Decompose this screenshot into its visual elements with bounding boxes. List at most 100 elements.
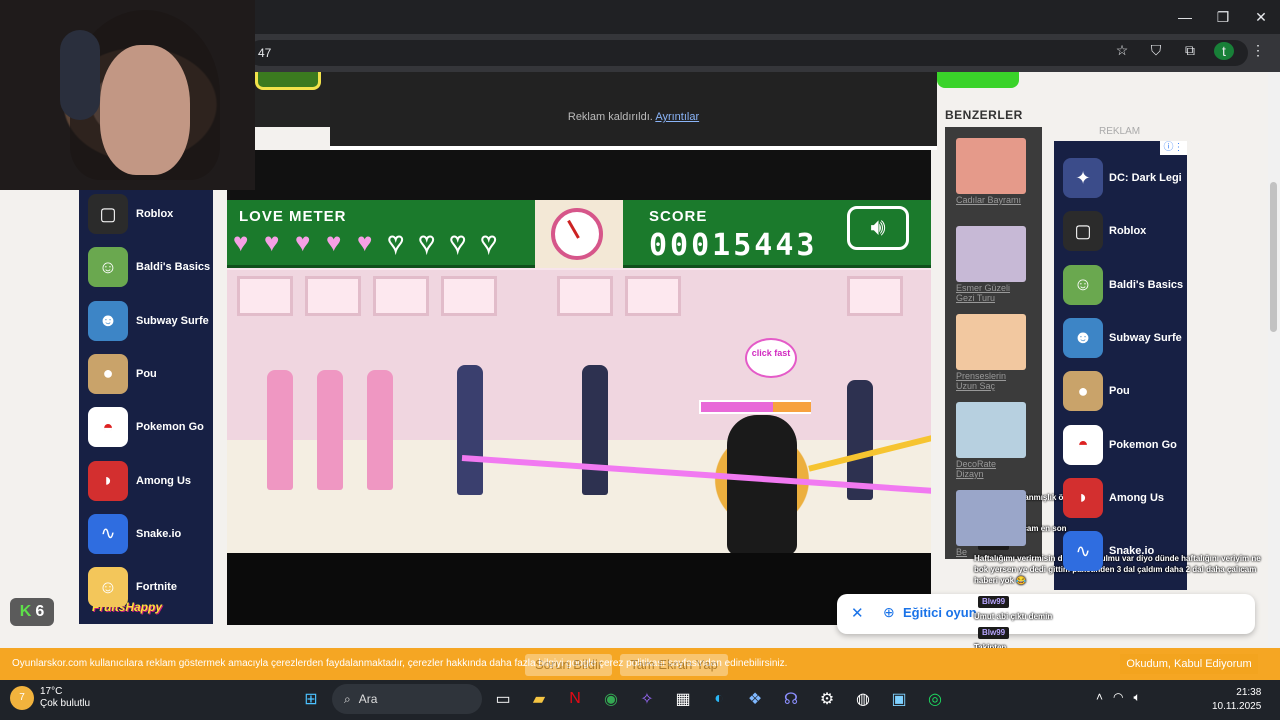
bookmark-star-icon[interactable]: ☆ [1112, 42, 1132, 60]
headset [60, 30, 100, 120]
ad-game-item[interactable]: ▢ Roblox [1063, 209, 1146, 253]
file-explorer-icon[interactable]: ▰ [524, 684, 554, 714]
spotify-icon[interactable]: ◎ [920, 684, 950, 714]
fullscreen-button[interactable]: Tam Ekran Yap [620, 654, 728, 676]
ad-game-item[interactable]: ◗ Among Us [1063, 476, 1164, 520]
ad-removed-banner: Reklam kaldırıldı. Ayrıntılar [330, 72, 937, 150]
game-icon: ◗ [88, 460, 128, 501]
minimize-icon[interactable]: — [1166, 0, 1204, 34]
sidebar-game-label: Roblox [136, 208, 174, 220]
compass-icon: ⊕ [883, 604, 895, 620]
click-meter-bar [699, 400, 811, 414]
game-thumbnail [956, 402, 1026, 458]
restore-icon[interactable]: ❐ [1204, 0, 1242, 34]
ad-game-label: Among Us [1109, 491, 1164, 504]
start-windows-icon[interactable]: ⊞ [296, 684, 326, 714]
similar-game-card[interactable]: DecoRate Dizayn [956, 402, 1026, 479]
similar-game-card[interactable]: Esmer Güzeli Gezi Turu [956, 226, 1026, 303]
netflix-icon[interactable]: N [560, 684, 590, 714]
discord-icon[interactable]: ☊ [776, 684, 806, 714]
heart-empty-icon: ♥ [480, 227, 497, 257]
ad-details-link[interactable]: Ayrıntılar [655, 111, 699, 123]
sidebar-game-item[interactable]: ◓ Pokemon Go [88, 404, 204, 450]
ad-label: REKLAM [1099, 126, 1141, 137]
game-icon: ● [1063, 371, 1103, 412]
k-badge[interactable]: K6 [10, 598, 54, 626]
game-thumbnail [956, 314, 1026, 370]
sidebar-game-item[interactable]: ∿ Snake.io [88, 511, 181, 557]
game-icon: ▢ [1063, 211, 1103, 252]
app-icon[interactable]: ❖ [740, 684, 770, 714]
game-thumbnail[interactable] [255, 72, 321, 90]
ad-game-item[interactable]: ◓ Pokemon Go [1063, 423, 1177, 467]
toast-text[interactable]: Eğitici oyun [903, 605, 977, 620]
score-value: 00015443 [649, 228, 818, 263]
task-view-icon[interactable]: ▭ [488, 684, 518, 714]
ad-removed-text: Reklam kaldırıldı. [567, 111, 653, 123]
obs-icon[interactable]: ◍ [848, 684, 878, 714]
close-icon[interactable]: ✕ [1242, 0, 1280, 34]
report-issue-button[interactable]: Sorun Bildir [525, 654, 613, 676]
scrollbar-thumb[interactable] [1270, 182, 1277, 332]
chevron-up-icon[interactable]: ˄ [1096, 690, 1103, 705]
similar-game-card[interactable]: Prenseslerin Uzun Saç [956, 314, 1026, 391]
sidebar-game-label: Subway Surfe [136, 314, 209, 327]
url-field[interactable]: 47 [248, 40, 1248, 66]
copilot-icon[interactable]: ✧ [632, 684, 662, 714]
app-icon[interactable]: ▣ [884, 684, 914, 714]
game-canvas[interactable]: LOVE METER ♥ ♥ ♥ ♥ ♥ ♥ ♥ ♥ ♥ SCORE 00015443 🔊︎ c… [227, 200, 931, 553]
sidebar-game-item[interactable]: ◗ Among Us [88, 458, 191, 504]
sidebar-game-label: Fortnite [136, 581, 177, 594]
ad-game-item[interactable]: ● Pou [1063, 369, 1130, 413]
chrome-icon[interactable]: ◉ [596, 684, 626, 714]
volume-icon[interactable]: 🔈︎ [1134, 690, 1141, 705]
menu-kebab-icon[interactable]: ⋮ [1248, 42, 1268, 60]
extensions-icon[interactable]: ⧉ [1180, 42, 1200, 60]
sound-toggle-button[interactable]: 🔊︎ [847, 206, 909, 250]
hall-window [847, 276, 903, 316]
wifi-icon[interactable]: ◠ [1113, 690, 1123, 705]
system-tray: ˄ ◠ 🔈︎ [1096, 690, 1141, 705]
ad-game-label: Baldi's Basics [1109, 278, 1184, 291]
sidebar-game-label: Snake.io [136, 527, 182, 540]
similar-game-card[interactable]: Be [956, 490, 1026, 557]
taskbar-clock[interactable]: 21:38 10.11.2025 [1212, 686, 1261, 714]
hallway-scene: click fast [227, 270, 931, 553]
edge-icon[interactable]: ◐ [704, 684, 734, 714]
ad-game-item[interactable]: ☻ Subway Surfe [1063, 316, 1182, 360]
sidebar-game-item[interactable]: ▢ Roblox [88, 191, 173, 237]
ad-game-item[interactable]: ∿ Snake.io [1063, 529, 1154, 573]
game-thumbnail[interactable] [937, 72, 1019, 88]
store-icon[interactable]: ▦ [668, 684, 698, 714]
love-meter-label: LOVE METER [239, 208, 347, 225]
profile-avatar[interactable]: t [1214, 42, 1234, 60]
heart-empty-icon: ♥ [449, 227, 466, 257]
game-icon: ☻ [1063, 317, 1103, 358]
accept-cookies-button[interactable]: Okudum, Kabul Ediyorum [1120, 654, 1258, 674]
taskbar-search[interactable]: ⌕ Ara [332, 684, 482, 714]
ad-game-label: Subway Surfe [1109, 331, 1182, 344]
ad-game-item[interactable]: ☺ Baldi's Basics [1063, 263, 1183, 307]
ad-info-icon[interactable]: ⓘ⋮ [1160, 141, 1187, 155]
heart-full-icon: ♥ [326, 227, 342, 257]
close-icon[interactable]: ✕ [851, 604, 864, 622]
speaker-icon: 🔊︎ [870, 214, 886, 241]
k-letter: K [19, 603, 32, 620]
steam-icon[interactable]: ⚙ [812, 684, 842, 714]
weather-widget[interactable]: 7 17°C Çok bulutlu [10, 686, 90, 710]
similar-game-card[interactable]: Cadılar Bayramı [956, 138, 1026, 205]
game-icon: ∿ [1063, 531, 1103, 572]
heart-empty-icon: ♥ [387, 227, 404, 257]
sidebar-game-item[interactable]: ● Pou [88, 351, 157, 397]
sidebar-game-item[interactable]: ☻ Subway Surfe [88, 298, 209, 344]
game-icon: ☺ [1063, 264, 1103, 305]
similar-games-title: BENZERLER [945, 108, 1023, 122]
hall-window [441, 276, 497, 316]
shield-icon[interactable]: ⛉ [1146, 42, 1166, 60]
sidebar-game-item[interactable]: ☺ Baldi's Basics [88, 244, 210, 290]
ad-game-item[interactable]: ✦ DC: Dark Legi [1063, 156, 1182, 200]
sidebar-game-item[interactable]: ☺ Fortnite [88, 564, 177, 610]
game-action-buttons: Sorun Bildir Tam Ekran Yap [525, 654, 728, 676]
webcam-overlay [0, 0, 255, 190]
game-icon: ◓ [88, 407, 128, 448]
